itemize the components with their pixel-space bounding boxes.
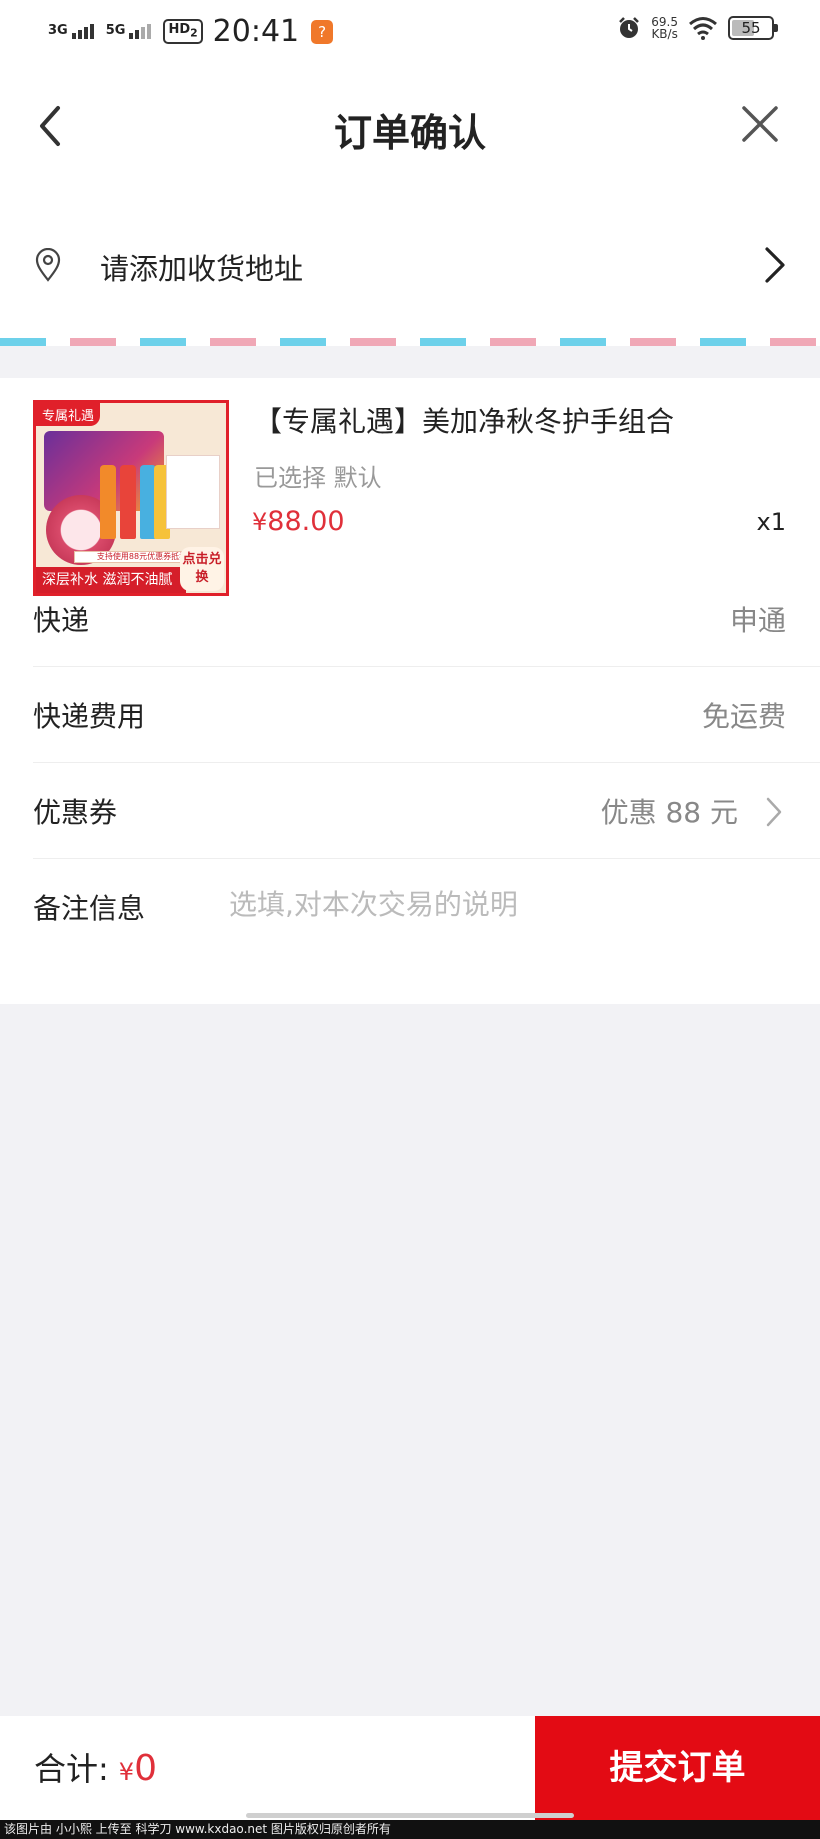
total-symbol: ¥ <box>118 1758 135 1786</box>
watermark-text: 该图片由 小小熙 上传至 科学刀 www.kxdao.net 图片版权归原创者所… <box>0 1820 820 1839</box>
speed-unit: KB/s <box>651 27 678 41</box>
express-label: 快递 <box>33 604 90 637</box>
shipping-fee-value: 免运费 <box>701 700 786 733</box>
clock: 20:41 <box>212 14 300 49</box>
battery-icon: 55 <box>728 16 778 40</box>
product-price: ¥88.00 <box>252 506 345 537</box>
shipping-fee-label: 快递费用 <box>33 700 146 733</box>
close-icon[interactable] <box>740 104 780 144</box>
checkout-bar: 合计: ¥0 提交订单 <box>0 1716 820 1820</box>
product-image[interactable]: 专属礼遇 支持使用88元优惠券抵扣 深层补水 滋润不油腻 点击兑换 <box>33 400 229 596</box>
chevron-right-icon <box>766 797 782 827</box>
nav-header: 订单确认 <box>0 66 820 186</box>
price-symbol: ¥ <box>252 508 268 536</box>
page-title: 订单确认 <box>333 111 486 155</box>
status-bar: 3G 5G HD2 20:41 ? 69.5 KB/s 55 <box>0 0 820 66</box>
hd-voice-icon: HD2 <box>163 18 203 45</box>
submit-order-button[interactable]: 提交订单 <box>535 1716 820 1820</box>
status-right: 69.5 KB/s 55 <box>617 16 778 40</box>
product-name: 【专属礼遇】美加净秋冬护手组合 <box>254 405 675 438</box>
note-label: 备注信息 <box>33 892 146 925</box>
note-input[interactable] <box>229 881 769 927</box>
hd-label: HD <box>168 21 191 37</box>
airmail-border <box>0 338 820 346</box>
status-left: 3G 5G HD2 20:41 ? <box>48 14 334 49</box>
coupon-label: 优惠券 <box>33 796 118 829</box>
app-notification-icon: ? <box>311 19 334 44</box>
express-value: 申通 <box>729 604 786 637</box>
network-type-1: 3G <box>48 23 68 38</box>
alarm-icon <box>619 17 640 38</box>
network-type-2: 5G <box>105 23 126 38</box>
coupon-row[interactable]: 优惠券 优惠 88 元 <box>33 763 820 859</box>
battery-level: 55 <box>741 19 761 37</box>
order-goods-card: 专属礼遇 支持使用88元优惠券抵扣 深层补水 滋润不油腻 点击兑换 【专属礼遇】… <box>0 378 820 1004</box>
total-amount: 0 <box>134 1748 157 1789</box>
product-sku: 已选择 默认 <box>254 464 382 492</box>
total-label: 合计: <box>34 1750 109 1788</box>
gift-box <box>166 455 220 529</box>
note-row: 备注信息 <box>33 859 820 955</box>
add-address-label: 请添加收货地址 <box>100 252 304 286</box>
address-selector[interactable]: 请添加收货地址 <box>0 186 820 346</box>
location-pin-icon <box>35 248 61 282</box>
hd-sub: 2 <box>190 26 198 40</box>
product-quantity: x1 <box>756 508 786 536</box>
network-speed: 69.5 KB/s <box>651 16 678 40</box>
shipping-fee-row: 快递费用 免运费 <box>33 667 820 763</box>
express-row: 快递 申通 <box>33 571 820 667</box>
coupon-value: 优惠 88 元 <box>600 796 738 829</box>
signal-5g-icon: 5G <box>106 24 152 39</box>
order-total: 合计: ¥0 <box>34 1744 157 1790</box>
home-indicator[interactable] <box>246 1813 574 1818</box>
price-value: 88.00 <box>267 506 345 537</box>
chevron-right-icon <box>765 247 785 283</box>
signal-3g-icon: 3G <box>48 24 94 39</box>
image-tag: 专属礼遇 <box>36 403 101 426</box>
wifi-icon <box>689 17 717 40</box>
